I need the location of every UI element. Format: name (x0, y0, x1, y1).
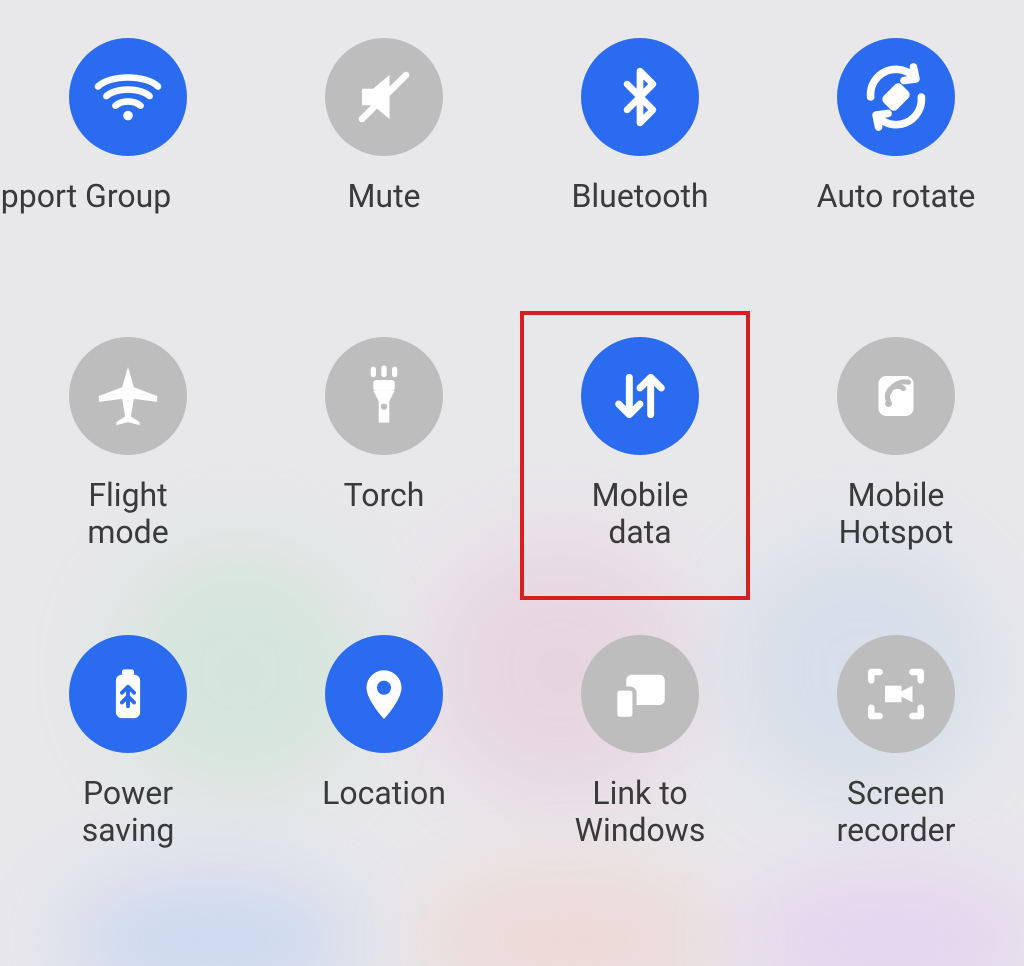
tile-screen-recorder[interactable]: Screen recorder (768, 627, 1024, 926)
tile-label: Location (322, 775, 446, 812)
airplane-icon (69, 337, 187, 455)
location-pin-icon (325, 635, 443, 753)
tile-label: Mobile data (592, 477, 689, 551)
tile-bluetooth[interactable]: Bluetooth (512, 30, 768, 329)
tile-mobile-hotspot[interactable]: Mobile Hotspot (768, 329, 1024, 628)
tile-label: Bluetooth (571, 178, 708, 215)
tile-label: Auto rotate (817, 178, 976, 215)
tile-power-saving[interactable]: Power saving (0, 627, 256, 926)
torch-icon (325, 337, 443, 455)
link-windows-icon (581, 635, 699, 753)
tile-label: Power saving (82, 775, 175, 849)
bluetooth-icon (581, 38, 699, 156)
wifi-icon (69, 38, 187, 156)
tile-label: Mobile Hotspot (839, 477, 954, 551)
tile-label: Mute (347, 178, 420, 215)
auto-rotate-icon (837, 38, 955, 156)
battery-leaf-icon (69, 635, 187, 753)
data-arrows-icon (581, 337, 699, 455)
tile-torch[interactable]: Torch (256, 329, 512, 628)
tile-flight-mode[interactable]: Flight mode (0, 329, 256, 628)
hotspot-icon (837, 337, 955, 455)
tile-mobile-data[interactable]: Mobile data (512, 329, 768, 628)
tile-label: Flight mode (87, 477, 168, 551)
tile-link-to-windows[interactable]: Link to Windows (512, 627, 768, 926)
tile-label: Torch (344, 477, 425, 514)
tile-label: pport Group (1, 178, 171, 215)
tile-label: Link to Windows (575, 775, 706, 849)
tile-label: Screen recorder (837, 775, 956, 849)
tile-auto-rotate[interactable]: Auto rotate (768, 30, 1024, 329)
tile-mute[interactable]: Mute (256, 30, 512, 329)
quick-settings-panel: pport Group Mute Bluetooth (0, 0, 1024, 966)
tile-location[interactable]: Location (256, 627, 512, 926)
speaker-muted-icon (325, 38, 443, 156)
tile-wifi[interactable]: pport Group (0, 30, 256, 329)
screen-record-icon (837, 635, 955, 753)
